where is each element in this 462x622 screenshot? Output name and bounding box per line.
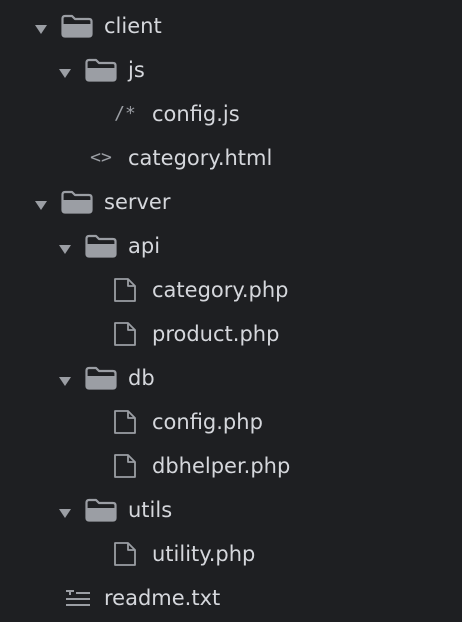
tree-file-item[interactable]: utility.php bbox=[0, 532, 462, 576]
file-tree: client js /* config.js <> category.html serv… bbox=[0, 0, 462, 622]
tree-file-item[interactable]: category.php bbox=[0, 268, 462, 312]
chevron-down-icon[interactable] bbox=[34, 196, 48, 210]
chevron-down-icon[interactable] bbox=[58, 240, 72, 254]
file-icon bbox=[108, 453, 142, 479]
tree-item-label: js bbox=[128, 58, 145, 82]
tree-item-label: product.php bbox=[152, 322, 280, 346]
tree-item-label: api bbox=[128, 234, 161, 258]
chevron-down-icon[interactable] bbox=[58, 504, 72, 518]
tree-file-item[interactable]: product.php bbox=[0, 312, 462, 356]
tree-item-label: db bbox=[128, 366, 155, 390]
tree-folder-item[interactable]: client bbox=[0, 4, 462, 48]
tree-file-item[interactable]: config.php bbox=[0, 400, 462, 444]
tree-folder-item[interactable]: db bbox=[0, 356, 462, 400]
folder-icon bbox=[84, 57, 118, 83]
tree-item-label: server bbox=[104, 190, 171, 214]
tree-file-item[interactable]: readme.txt bbox=[0, 576, 462, 620]
folder-icon bbox=[84, 365, 118, 391]
tree-item-label: readme.txt bbox=[104, 586, 221, 610]
tree-file-item[interactable]: /* config.js bbox=[0, 92, 462, 136]
folder-icon bbox=[60, 189, 94, 215]
tree-folder-item[interactable]: server bbox=[0, 180, 462, 224]
text-lines-icon bbox=[60, 585, 94, 611]
tree-item-label: category.php bbox=[152, 278, 289, 302]
chevron-down-icon[interactable] bbox=[34, 20, 48, 34]
tree-item-label: dbhelper.php bbox=[152, 454, 291, 478]
tree-item-label: category.html bbox=[128, 146, 273, 170]
comment-icon: /* bbox=[114, 103, 136, 124]
tree-file-item[interactable]: dbhelper.php bbox=[0, 444, 462, 488]
code-icon: <> bbox=[90, 147, 112, 168]
file-icon bbox=[108, 541, 142, 567]
tree-folder-item[interactable]: api bbox=[0, 224, 462, 268]
file-icon bbox=[108, 277, 142, 303]
file-icon bbox=[108, 321, 142, 347]
tree-item-label: config.php bbox=[152, 410, 263, 434]
file-icon bbox=[108, 409, 142, 435]
chevron-down-icon[interactable] bbox=[58, 372, 72, 386]
tree-file-item[interactable]: <> category.html bbox=[0, 136, 462, 180]
tree-item-label: utility.php bbox=[152, 542, 256, 566]
folder-icon bbox=[84, 497, 118, 523]
folder-icon bbox=[60, 13, 94, 39]
tree-item-label: client bbox=[104, 14, 162, 38]
chevron-down-icon[interactable] bbox=[58, 64, 72, 78]
tree-item-label: utils bbox=[128, 498, 173, 522]
tree-folder-item[interactable]: js bbox=[0, 48, 462, 92]
folder-icon bbox=[84, 233, 118, 259]
tree-folder-item[interactable]: utils bbox=[0, 488, 462, 532]
tree-item-label: config.js bbox=[152, 102, 240, 126]
